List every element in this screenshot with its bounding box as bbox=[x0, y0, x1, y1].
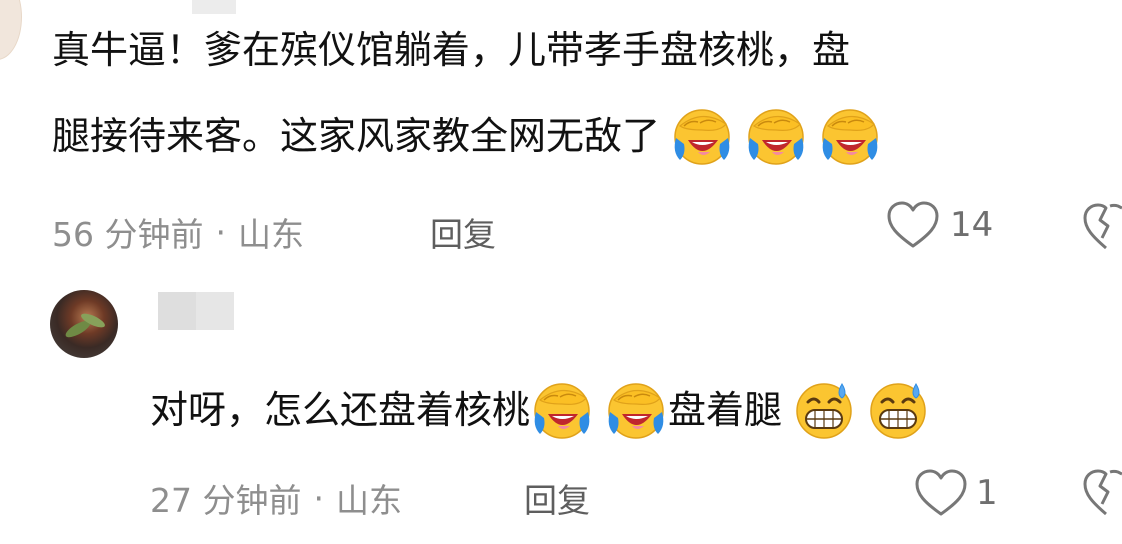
comment-line-text: 腿接待来客。这家风家教全网无敌了 bbox=[52, 114, 661, 158]
meta-separator: · bbox=[215, 212, 226, 252]
grinning-sweat-emoji bbox=[792, 378, 856, 442]
comment-text-part: 对呀，怎么还盘着核桃 bbox=[150, 388, 531, 432]
like-button[interactable]: 14 bbox=[886, 200, 993, 250]
comment-line: 腿接待来客。这家风家教全网无敌了 bbox=[52, 110, 1120, 162]
username-blurred[interactable] bbox=[192, 0, 236, 14]
timestamp: 56 分钟前 bbox=[52, 215, 204, 254]
like-count: 1 bbox=[976, 473, 998, 513]
comment-line: 真牛逼！爹在殡仪馆躺着，儿带孝手盘核桃，盘 bbox=[52, 28, 851, 72]
location: 山东 bbox=[335, 481, 402, 520]
laughing-crying-emoji bbox=[670, 104, 734, 168]
laughing-crying-emoji bbox=[604, 378, 668, 442]
comment-meta: 27 分钟前 · 山东 bbox=[150, 474, 402, 522]
reply-button[interactable]: 回复 bbox=[524, 474, 590, 522]
comment-text: 对呀，怎么还盘着核桃 盘着腿 bbox=[150, 380, 1122, 440]
heart-icon bbox=[886, 200, 940, 250]
meta-separator: · bbox=[313, 478, 324, 518]
broken-heart-icon[interactable] bbox=[1082, 468, 1122, 522]
laughing-crying-emoji bbox=[744, 104, 808, 168]
reply-button[interactable]: 回复 bbox=[430, 208, 496, 256]
broken-heart-icon[interactable] bbox=[1082, 202, 1122, 256]
laughing-crying-emoji bbox=[530, 378, 594, 442]
like-button[interactable]: 1 bbox=[914, 468, 998, 518]
avatar[interactable] bbox=[50, 290, 118, 358]
username-blurred[interactable] bbox=[158, 292, 234, 330]
like-count: 14 bbox=[950, 205, 994, 245]
avatar[interactable] bbox=[0, 0, 22, 60]
location: 山东 bbox=[237, 215, 304, 254]
timestamp: 27 分钟前 bbox=[150, 481, 302, 520]
comment-text: 真牛逼！爹在殡仪馆躺着，儿带孝手盘核桃，盘 腿接待来客。这家风家教全网无敌了 bbox=[52, 24, 1120, 162]
comment-text-part: 盘着腿 bbox=[668, 388, 783, 432]
comment-meta: 56 分钟前 · 山东 bbox=[52, 208, 304, 256]
grinning-sweat-emoji bbox=[866, 378, 930, 442]
laughing-crying-emoji bbox=[818, 104, 882, 168]
comment-thread: 真牛逼！爹在殡仪馆躺着，儿带孝手盘核桃，盘 腿接待来客。这家风家教全网无敌了 5… bbox=[0, 0, 1122, 544]
heart-icon bbox=[914, 468, 968, 518]
